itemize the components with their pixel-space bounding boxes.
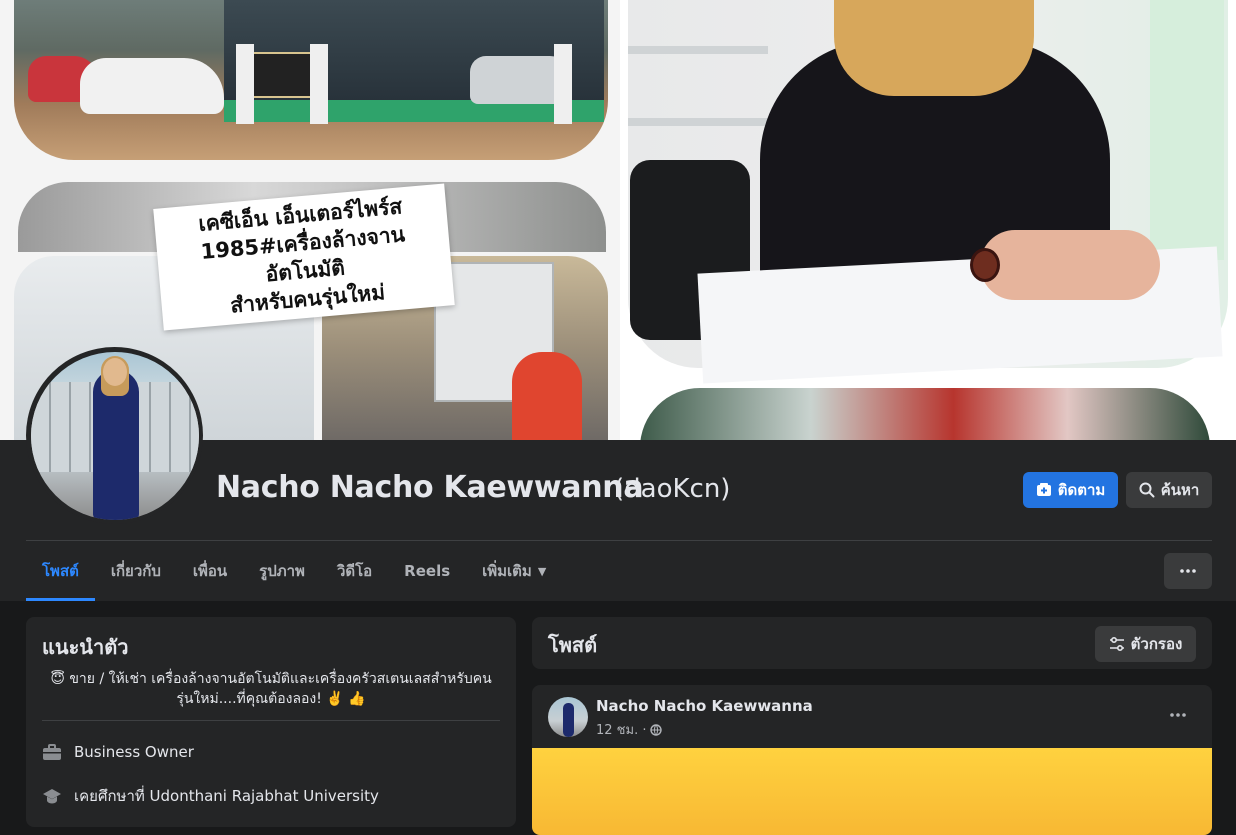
intro-bio-line-1: 😇 ขาย / ให้เช่า เครื่องล้างจานอัตโนมัติแ… [50, 671, 492, 687]
intro-work: Business Owner [74, 743, 194, 761]
tab-posts[interactable]: โพสต์ [26, 541, 95, 601]
search-icon [1139, 482, 1155, 498]
tab-reels-label: Reels [404, 562, 451, 580]
search-label: ค้นหา [1160, 481, 1200, 499]
tab-videos[interactable]: วิดีโอ [321, 541, 388, 601]
profile-alternate-name: (daoKcn) [614, 474, 731, 504]
intro-bio-line-2: รุ่นใหม่....ที่คุณต้องลอง! ✌️ 👍 [176, 691, 366, 707]
cover-photo[interactable]: เคซีเอ็น เอ็นเตอร์ไพร์ส 1985#เครื่องล้าง… [0, 0, 1236, 440]
intro-bio: 😇 ขาย / ให้เช่า เครื่องล้างจานอัตโนมัติแ… [42, 669, 500, 709]
post-author-name[interactable]: Nacho Nacho Kaewwanna [596, 697, 813, 715]
cover-photo-shopfront [14, 0, 608, 160]
filter-sliders-icon [1109, 636, 1124, 652]
posts-header-card: โพสต์ ตัวกรอง [532, 617, 1212, 669]
post-options-button[interactable] [1162, 699, 1194, 731]
tab-more[interactable]: เพิ่มเติม ▼ [466, 541, 562, 601]
follow-label: ติดตาม [1057, 481, 1106, 499]
tab-photos-label: รูปภาพ [259, 562, 305, 580]
profile-more-button[interactable] [1164, 553, 1212, 589]
globe-icon [650, 723, 663, 736]
tab-videos-label: วิดีโอ [336, 562, 373, 580]
tab-friends[interactable]: เพื่อน [177, 541, 243, 601]
profile-tabs: โพสต์ เกี่ยวกับ เพื่อน รูปภาพ วิดีโอ Ree… [26, 541, 562, 601]
tab-photos[interactable]: รูปภาพ [243, 541, 321, 601]
profile-avatar[interactable] [26, 347, 203, 524]
filter-label: ตัวกรอง [1130, 635, 1183, 653]
tab-more-label: เพิ่มเติม [482, 562, 532, 580]
post-timestamp[interactable]: 12 ชม. · [596, 719, 646, 740]
filter-button[interactable]: ตัวกรอง [1095, 626, 1196, 662]
cover-photo-palms [640, 388, 1210, 440]
intro-divider [42, 720, 500, 721]
follow-button[interactable]: ติดตาม [1023, 472, 1118, 508]
intro-card: แนะนำตัว 😇 ขาย / ให้เช่า เครื่องล้างจานอ… [26, 617, 516, 827]
follow-icon [1036, 483, 1051, 496]
tab-reels[interactable]: Reels [388, 541, 466, 601]
tab-about-label: เกี่ยวกับ [110, 562, 161, 580]
posts-title: โพสต์ [548, 633, 598, 657]
post-author-avatar[interactable] [548, 697, 588, 737]
post-image[interactable] [532, 748, 1212, 835]
intro-work-row: Business Owner [42, 742, 194, 762]
more-horizontal-icon [1170, 713, 1186, 717]
tab-friends-label: เพื่อน [192, 562, 228, 580]
caret-down-icon: ▼ [537, 564, 547, 578]
graduation-cap-icon [43, 789, 61, 804]
search-button[interactable]: ค้นหา [1126, 472, 1212, 508]
tab-posts-label: โพสต์ [42, 562, 79, 580]
post-meta: 12 ชม. · [596, 719, 663, 740]
intro-title: แนะนำตัว [42, 635, 129, 659]
profile-name: Nacho Nacho Kaewwanna [216, 470, 644, 505]
cover-banner: เคซีเอ็น เอ็นเตอร์ไพร์ส 1985#เครื่องล้าง… [153, 183, 455, 331]
post-card: Nacho Nacho Kaewwanna 12 ชม. · [532, 685, 1212, 835]
intro-education-row: เคยศึกษาที่ Udonthani Rajabhat Universit… [42, 784, 379, 808]
briefcase-icon [43, 744, 61, 760]
intro-education: เคยศึกษาที่ Udonthani Rajabhat Universit… [74, 787, 379, 805]
tab-about[interactable]: เกี่ยวกับ [95, 541, 177, 601]
more-horizontal-icon [1180, 569, 1196, 573]
